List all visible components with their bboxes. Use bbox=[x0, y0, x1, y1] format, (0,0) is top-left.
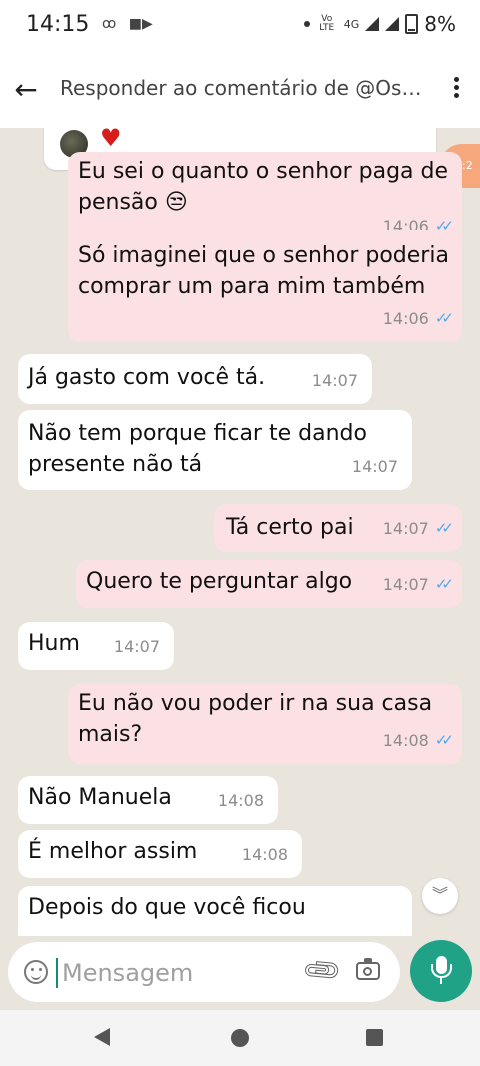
read-ticks-icon: ✓✓ bbox=[434, 731, 454, 749]
message-meta: 14:07 bbox=[352, 451, 398, 482]
message-meta: 14:07 ✓✓ bbox=[382, 513, 454, 544]
message-meta: 14:07 ✓✓ bbox=[382, 569, 454, 600]
microphone-icon bbox=[431, 956, 452, 978]
message-input-box[interactable]: 📎︎ bbox=[8, 942, 400, 1002]
message-time: 14:07 bbox=[382, 575, 429, 594]
text-caret bbox=[56, 958, 58, 988]
message-time: 14:06 bbox=[382, 309, 429, 328]
message-meta: 14:07 bbox=[312, 365, 358, 396]
message-time: 14:08 bbox=[382, 731, 429, 750]
composer-bar: 📎︎ bbox=[0, 936, 480, 1010]
more-options-icon[interactable] bbox=[450, 74, 462, 106]
message-text: Eu sei o quanto o senhor paga de pensão … bbox=[78, 159, 449, 215]
message-meta: 14:08 bbox=[242, 839, 288, 870]
message-bubble-outgoing[interactable]: Só imaginei que o senhor poderia comprar… bbox=[68, 230, 462, 342]
message-time: 14:08 bbox=[217, 791, 264, 810]
message-meta: 14:06 ✓✓ bbox=[382, 303, 454, 334]
message-bubble-outgoing[interactable]: Tá certo pai 14:07 ✓✓ bbox=[214, 504, 462, 552]
read-ticks-icon: ✓✓ bbox=[434, 309, 454, 327]
status-right-icons: Vo LTE 4G 8% bbox=[303, 12, 456, 36]
message-time: 14:07 bbox=[311, 371, 358, 390]
network-type: 4G bbox=[343, 17, 360, 31]
scroll-to-bottom-button[interactable]: ︾ bbox=[422, 878, 458, 914]
read-ticks-icon: ✓✓ bbox=[434, 519, 454, 537]
message-time: 14:07 bbox=[113, 637, 160, 656]
paperclip-icon[interactable]: 📎︎ bbox=[300, 949, 345, 993]
message-time: 14:07 bbox=[351, 457, 398, 476]
status-time: 14:15 bbox=[26, 12, 90, 37]
status-bar: 14:15 ꝏ ■▶ Vo LTE 4G 8% bbox=[0, 0, 480, 52]
nav-back-icon[interactable] bbox=[94, 1028, 110, 1046]
signal-icon bbox=[365, 17, 380, 31]
mic-button[interactable] bbox=[410, 940, 472, 1002]
message-text: Depois do que você ficou bbox=[28, 895, 306, 920]
nav-recents-icon[interactable] bbox=[366, 1029, 383, 1046]
camera-icon[interactable] bbox=[356, 958, 380, 980]
message-bubble-incoming[interactable]: Já gasto com você tá. 14:07 bbox=[18, 354, 372, 404]
data-saver-icon: ꝏ bbox=[102, 16, 117, 32]
message-time: 14:08 bbox=[241, 845, 288, 864]
message-bubble-outgoing[interactable]: Quero te perguntar algo 14:07 ✓✓ bbox=[76, 560, 462, 608]
message-meta: 14:08 ✓✓ bbox=[382, 725, 454, 756]
chat-area[interactable]: ♥ 00:2 Eu sei o quanto o senhor paga de … bbox=[0, 128, 480, 936]
read-ticks-icon: ✓✓ bbox=[434, 575, 454, 593]
message-time: 14:07 bbox=[382, 519, 429, 538]
message-text: Não tem porque ficar te dando presente n… bbox=[28, 421, 367, 477]
emoji-icon[interactable] bbox=[24, 960, 48, 984]
video-camera-icon: ■▶ bbox=[128, 16, 153, 32]
message-bubble-incoming[interactable]: É melhor assim 14:08 bbox=[18, 830, 302, 878]
back-arrow-icon[interactable]: ← bbox=[10, 74, 42, 106]
app-header: ← Responder ao comentário de @Os… bbox=[0, 52, 480, 128]
message-text: Só imaginei que o senhor poderia comprar… bbox=[78, 243, 449, 299]
double-chevron-down-icon: ︾ bbox=[431, 885, 448, 904]
volte-label: Vo LTE bbox=[319, 14, 335, 33]
message-bubble-incoming[interactable]: Não tem porque ficar te dando presente n… bbox=[18, 410, 412, 490]
header-title: Responder ao comentário de @Os… bbox=[60, 76, 420, 100]
message-meta: 14:07 bbox=[114, 631, 160, 662]
battery-percent: 8% bbox=[424, 12, 456, 36]
message-bubble-incoming[interactable]: Hum 14:07 bbox=[18, 622, 174, 670]
heart-icon: ♥ bbox=[100, 128, 122, 152]
system-nav-bar bbox=[0, 1010, 480, 1066]
dot-icon bbox=[303, 21, 310, 27]
message-meta: 14:08 bbox=[218, 785, 264, 816]
message-bubble-incoming[interactable]: Não Manuela 14:08 bbox=[18, 776, 278, 824]
nav-home-icon[interactable] bbox=[231, 1029, 249, 1047]
message-bubble-outgoing[interactable]: Eu não vou poder ir na sua casa mais? 14… bbox=[68, 684, 462, 764]
battery-icon bbox=[405, 14, 419, 34]
status-left-icons: ꝏ ■▶ bbox=[102, 16, 161, 32]
message-input[interactable] bbox=[60, 954, 284, 992]
signal-icon bbox=[385, 17, 400, 31]
message-bubble-incoming[interactable]: Depois do que você ficou bbox=[18, 886, 412, 936]
